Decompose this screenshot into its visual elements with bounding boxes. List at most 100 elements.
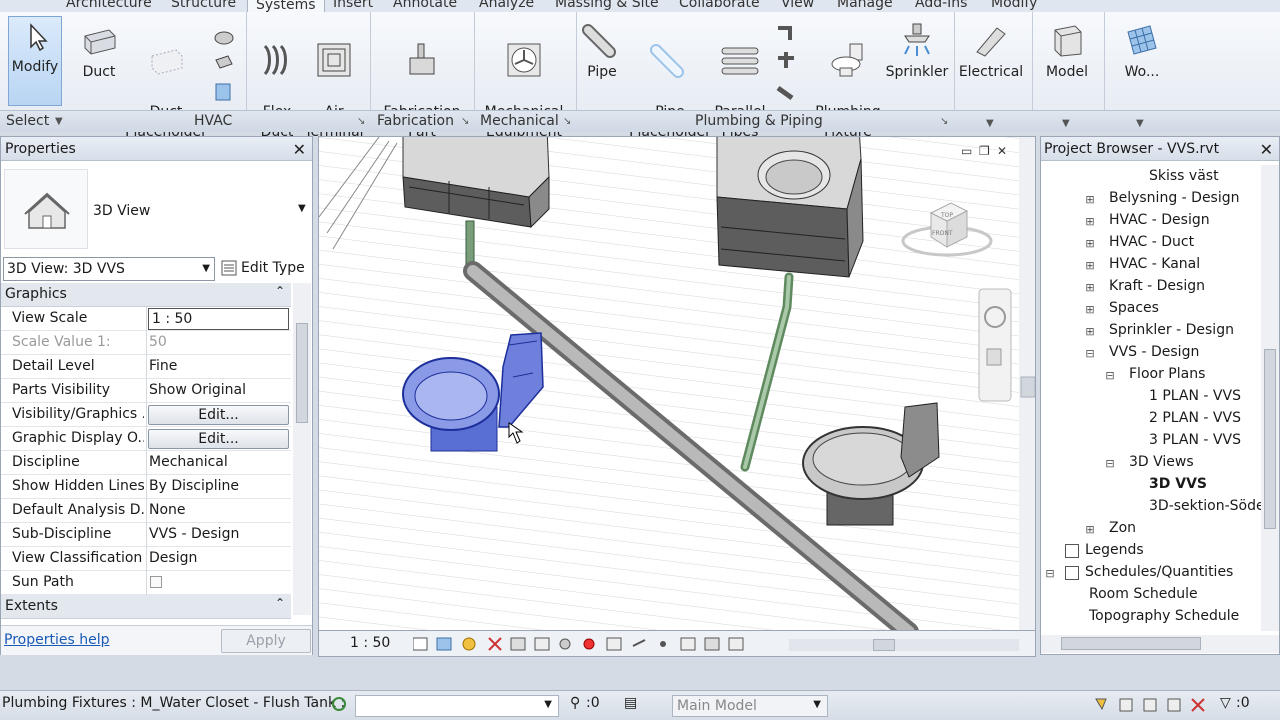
tab-collaborate[interactable]: Collaborate (679, 0, 760, 11)
expand-icon[interactable]: ⊞ (1085, 325, 1095, 338)
collapse-icon[interactable]: ⊟ (1045, 567, 1055, 580)
tab-analyze[interactable]: Analyze (479, 0, 534, 11)
scrollbar-thumb[interactable] (1020, 376, 1035, 398)
tree-item[interactable]: Kraft - Design (1109, 278, 1205, 294)
tab-insert[interactable]: Insert (333, 0, 373, 11)
tab-architecture[interactable]: Architecture (66, 0, 152, 11)
electrical-button[interactable]: Electrical (958, 22, 1024, 82)
graphic-display-edit-button[interactable]: Edit... (148, 429, 289, 449)
pipe-fittings-icons[interactable] (772, 22, 800, 112)
duct-button[interactable]: Duct (74, 22, 124, 82)
tree-item[interactable]: Legends (1085, 542, 1144, 558)
collapse-icon[interactable]: ⌃ (275, 596, 285, 610)
restore-icon[interactable]: ❐ (979, 144, 990, 158)
sprinkler-button[interactable]: Sprinkler (884, 22, 950, 82)
visibility-graphics-edit-button[interactable]: Edit... (148, 405, 289, 425)
mechanical-dialog-launcher-icon[interactable]: ↘ (563, 116, 571, 127)
worksets-icon[interactable] (330, 695, 348, 713)
tree-item[interactable]: Sprinkler - Design (1109, 322, 1234, 338)
tab-modify[interactable]: Modify (991, 0, 1037, 11)
collapse-icon[interactable]: ⊟ (1085, 347, 1095, 360)
prop-row-detail-level[interactable]: Detail Level Fine (1, 355, 291, 379)
tree-item[interactable]: 3D Views (1129, 454, 1194, 470)
browser-vertical-scrollbar[interactable] (1261, 165, 1279, 631)
editable-only-icon[interactable]: ⚲ (570, 695, 580, 711)
design-options-icon[interactable]: ▤ (624, 695, 637, 711)
minimize-icon[interactable]: ▭ (961, 144, 972, 158)
expand-icon[interactable]: ⊞ (1085, 303, 1095, 316)
model-button[interactable]: Model (1036, 22, 1098, 82)
extents-group-header[interactable]: Extents ⌃ (1, 595, 291, 619)
tab-structure[interactable]: Structure (171, 0, 236, 11)
workplane-dropdown-icon[interactable]: ▼ (1136, 118, 1144, 129)
tree-item[interactable]: Topography Schedule (1089, 608, 1239, 624)
navigation-bar[interactable] (978, 288, 1012, 402)
expand-icon[interactable]: ⊞ (1085, 259, 1095, 272)
prop-row-default-analysis[interactable]: Default Analysis D... None (1, 499, 291, 523)
collapse-icon[interactable]: ⌃ (275, 284, 285, 298)
tree-item[interactable]: 3 PLAN - VVS (1149, 432, 1241, 448)
tree-item[interactable]: Belysning - Design (1109, 190, 1240, 206)
select-dropdown-icon[interactable]: ▼ (55, 116, 63, 127)
plumbing-dialog-launcher-icon[interactable]: ↘ (940, 116, 948, 127)
tree-item[interactable]: HVAC - Kanal (1109, 256, 1200, 272)
collapse-icon[interactable]: ⊟ (1105, 457, 1115, 470)
sink-cabinet-right[interactable] (716, 137, 864, 278)
properties-help-link[interactable]: Properties help (4, 632, 109, 648)
tree-item-active-view[interactable]: 3D VVS (1149, 476, 1207, 492)
electrical-dropdown-icon[interactable]: ▼ (986, 118, 994, 129)
instance-selector[interactable]: 3D View: 3D VVS ▼ (3, 257, 215, 281)
viewport-horizontal-scrollbar[interactable] (789, 639, 1019, 651)
selection-filter-icons[interactable] (1092, 695, 1222, 715)
tree-item[interactable]: Room Schedule (1089, 586, 1198, 602)
instance-dropdown-icon[interactable]: ▼ (202, 263, 210, 274)
fabrication-dialog-launcher-icon[interactable]: ↘ (461, 116, 469, 127)
hvac-dialog-launcher-icon[interactable]: ↘ (357, 116, 365, 127)
tree-item[interactable]: VVS - Design (1109, 344, 1199, 360)
tab-manage[interactable]: Manage (837, 0, 893, 11)
browser-horizontal-scrollbar[interactable] (1041, 635, 1279, 653)
tab-massing-site[interactable]: Massing & Site (555, 0, 659, 11)
tree-item[interactable]: 2 PLAN - VVS (1149, 410, 1241, 426)
scrollbar-thumb[interactable] (296, 323, 308, 423)
scrollbar-thumb[interactable] (1264, 349, 1276, 529)
sun-path-checkbox[interactable] (150, 576, 162, 588)
workset-dropdown[interactable]: ▼ (355, 695, 559, 717)
close-icon[interactable]: ✕ (1260, 138, 1273, 162)
tree-item[interactable]: Zon (1109, 520, 1136, 536)
collapse-icon[interactable]: ⊟ (1105, 369, 1115, 382)
edit-type-button[interactable]: Edit Type (219, 257, 311, 281)
tree-item[interactable]: Schedules/Quantities (1085, 564, 1233, 580)
tree-item[interactable]: Spaces (1109, 300, 1159, 316)
tree-item[interactable]: 3D-sektion-Söde (1149, 498, 1261, 514)
properties-scrollbar[interactable] (293, 283, 311, 615)
tab-annotate[interactable]: Annotate (393, 0, 457, 11)
select-panel-label[interactable]: Select (6, 113, 49, 129)
3d-viewport[interactable]: ▭ ❐ ✕ TOP FRONT (318, 136, 1036, 631)
prop-row-show-hidden-lines[interactable]: Show Hidden Lines By Discipline (1, 475, 291, 499)
expand-icon[interactable]: ⊞ (1085, 215, 1095, 228)
duct-fittings-icons[interactable] (210, 30, 238, 110)
filter-icon[interactable]: ▽ (1220, 695, 1231, 711)
close-icon[interactable]: ✕ (293, 138, 306, 162)
tree-item[interactable]: Floor Plans (1129, 366, 1205, 382)
workplane-button[interactable]: Wo... (1108, 22, 1176, 82)
expand-icon[interactable]: ⊞ (1085, 523, 1095, 536)
pipe-button[interactable]: Pipe (580, 22, 624, 82)
scrollbar-thumb[interactable] (873, 639, 895, 651)
3d-model-scene[interactable]: ▭ ❐ ✕ TOP FRONT (319, 137, 1036, 631)
view-scale-input[interactable]: 1 : 50 (148, 308, 289, 330)
apply-button[interactable]: Apply (221, 629, 311, 653)
tree-item[interactable]: 1 PLAN - VVS (1149, 388, 1241, 404)
prop-row-parts-visibility[interactable]: Parts Visibility Show Original (1, 379, 291, 403)
design-option-dropdown[interactable]: Main Model ▼ (672, 695, 828, 717)
expand-icon[interactable]: ⊞ (1085, 193, 1095, 206)
tree-item[interactable]: Skiss väst (1149, 168, 1219, 184)
tree-item[interactable]: HVAC - Duct (1109, 234, 1194, 250)
model-dropdown-icon[interactable]: ▼ (1062, 118, 1070, 129)
expand-icon[interactable]: ⊞ (1085, 237, 1095, 250)
chevron-down-icon[interactable]: ▼ (813, 699, 821, 710)
scrollbar-thumb[interactable] (1061, 637, 1201, 650)
view-scale-control[interactable]: 1 : 50 (350, 635, 390, 651)
modify-button[interactable]: Modify (8, 16, 62, 106)
